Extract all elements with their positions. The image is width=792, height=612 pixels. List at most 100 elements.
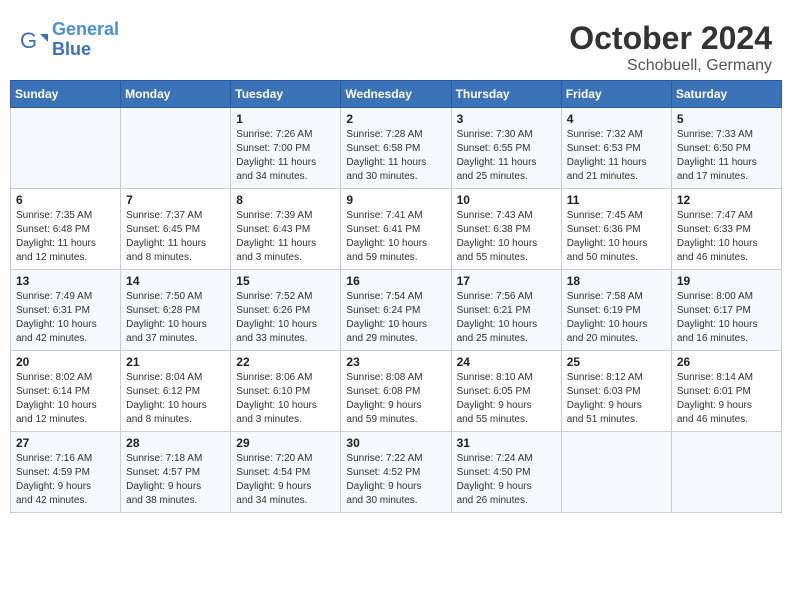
calendar-table: SundayMondayTuesdayWednesdayThursdayFrid… <box>10 80 782 513</box>
day-number: 24 <box>457 355 556 369</box>
day-header-tuesday: Tuesday <box>231 81 341 108</box>
day-info: Sunrise: 7:52 AM Sunset: 6:26 PM Dayligh… <box>236 290 335 346</box>
day-header-monday: Monday <box>121 81 231 108</box>
logo: G General Blue <box>20 20 119 60</box>
calendar-cell: 24 Sunrise: 8:10 AM Sunset: 6:05 PM Dayli… <box>451 351 561 432</box>
page-header: G General Blue October 2024 Schobuell, G… <box>10 10 782 80</box>
day-number: 6 <box>16 193 115 207</box>
calendar-cell: 26 Sunrise: 8:14 AM Sunset: 6:01 PM Dayli… <box>671 351 781 432</box>
day-info: Sunrise: 7:22 AM Sunset: 4:52 PM Dayligh… <box>346 452 445 508</box>
day-number: 23 <box>346 355 445 369</box>
month-title: October 2024 <box>569 20 772 57</box>
day-info: Sunrise: 7:56 AM Sunset: 6:21 PM Dayligh… <box>457 290 556 346</box>
day-number: 31 <box>457 436 556 450</box>
day-header-saturday: Saturday <box>671 81 781 108</box>
title-block: October 2024 Schobuell, Germany <box>569 20 772 75</box>
day-info: Sunrise: 7:50 AM Sunset: 6:28 PM Dayligh… <box>126 290 225 346</box>
day-number: 28 <box>126 436 225 450</box>
day-number: 26 <box>677 355 776 369</box>
day-info: Sunrise: 7:18 AM Sunset: 4:57 PM Dayligh… <box>126 452 225 508</box>
day-info: Sunrise: 8:14 AM Sunset: 6:01 PM Dayligh… <box>677 371 776 427</box>
calendar-header-row: SundayMondayTuesdayWednesdayThursdayFrid… <box>11 81 782 108</box>
calendar-cell: 11 Sunrise: 7:45 AM Sunset: 6:36 PM Dayli… <box>561 189 671 270</box>
day-number: 9 <box>346 193 445 207</box>
day-number: 19 <box>677 274 776 288</box>
calendar-cell: 21Sunrise: 8:04 AM Sunset: 6:12 PM Dayli… <box>121 351 231 432</box>
day-info: Sunrise: 7:39 AM Sunset: 6:43 PM Dayligh… <box>236 209 335 265</box>
day-number: 10 <box>457 193 556 207</box>
day-info: Sunrise: 7:35 AM Sunset: 6:48 PM Dayligh… <box>16 209 115 265</box>
calendar-cell: 27 Sunrise: 7:16 AM Sunset: 4:59 PM Dayli… <box>11 432 121 513</box>
calendar-cell: 1 Sunrise: 7:26 AM Sunset: 7:00 PM Daylig… <box>231 108 341 189</box>
calendar-cell: 10 Sunrise: 7:43 AM Sunset: 6:38 PM Dayli… <box>451 189 561 270</box>
day-header-thursday: Thursday <box>451 81 561 108</box>
calendar-cell: 25Sunrise: 8:12 AM Sunset: 6:03 PM Dayli… <box>561 351 671 432</box>
day-info: Sunrise: 7:45 AM Sunset: 6:36 PM Dayligh… <box>567 209 666 265</box>
day-info: Sunrise: 7:16 AM Sunset: 4:59 PM Dayligh… <box>16 452 115 508</box>
day-number: 1 <box>236 112 335 126</box>
calendar-week-3: 13Sunrise: 7:49 AM Sunset: 6:31 PM Dayli… <box>11 270 782 351</box>
day-number: 13 <box>16 274 115 288</box>
calendar-cell: 6 Sunrise: 7:35 AM Sunset: 6:48 PM Daylig… <box>11 189 121 270</box>
calendar-cell: 4 Sunrise: 7:32 AM Sunset: 6:53 PM Daylig… <box>561 108 671 189</box>
calendar-cell: 14Sunrise: 7:50 AM Sunset: 6:28 PM Dayli… <box>121 270 231 351</box>
calendar-cell: 19 Sunrise: 8:00 AM Sunset: 6:17 PM Dayli… <box>671 270 781 351</box>
day-number: 30 <box>346 436 445 450</box>
calendar-cell: 29 Sunrise: 7:20 AM Sunset: 4:54 PM Dayli… <box>231 432 341 513</box>
day-info: Sunrise: 8:02 AM Sunset: 6:14 PM Dayligh… <box>16 371 115 427</box>
day-number: 21 <box>126 355 225 369</box>
day-info: Sunrise: 8:00 AM Sunset: 6:17 PM Dayligh… <box>677 290 776 346</box>
day-info: Sunrise: 7:32 AM Sunset: 6:53 PM Dayligh… <box>567 128 666 184</box>
calendar-cell: 13Sunrise: 7:49 AM Sunset: 6:31 PM Dayli… <box>11 270 121 351</box>
day-number: 4 <box>567 112 666 126</box>
day-info: Sunrise: 8:08 AM Sunset: 6:08 PM Dayligh… <box>346 371 445 427</box>
day-info: Sunrise: 7:43 AM Sunset: 6:38 PM Dayligh… <box>457 209 556 265</box>
calendar-cell: 17 Sunrise: 7:56 AM Sunset: 6:21 PM Dayli… <box>451 270 561 351</box>
calendar-cell: 9 Sunrise: 7:41 AM Sunset: 6:41 PM Daylig… <box>341 189 451 270</box>
calendar-cell: 31 Sunrise: 7:24 AM Sunset: 4:50 PM Dayli… <box>451 432 561 513</box>
calendar-week-5: 27 Sunrise: 7:16 AM Sunset: 4:59 PM Dayli… <box>11 432 782 513</box>
calendar-cell: 2Sunrise: 7:28 AM Sunset: 6:58 PM Daylig… <box>341 108 451 189</box>
day-info: Sunrise: 8:06 AM Sunset: 6:10 PM Dayligh… <box>236 371 335 427</box>
svg-text:G: G <box>20 28 37 53</box>
day-info: Sunrise: 7:54 AM Sunset: 6:24 PM Dayligh… <box>346 290 445 346</box>
day-info: Sunrise: 8:10 AM Sunset: 6:05 PM Dayligh… <box>457 371 556 427</box>
day-number: 3 <box>457 112 556 126</box>
calendar-cell: 23 Sunrise: 8:08 AM Sunset: 6:08 PM Dayli… <box>341 351 451 432</box>
day-number: 29 <box>236 436 335 450</box>
calendar-week-2: 6 Sunrise: 7:35 AM Sunset: 6:48 PM Daylig… <box>11 189 782 270</box>
location-subtitle: Schobuell, Germany <box>569 57 772 75</box>
day-number: 16 <box>346 274 445 288</box>
calendar-cell: 22Sunrise: 8:06 AM Sunset: 6:10 PM Dayli… <box>231 351 341 432</box>
calendar-cell <box>121 108 231 189</box>
calendar-week-4: 20Sunrise: 8:02 AM Sunset: 6:14 PM Dayli… <box>11 351 782 432</box>
calendar-cell: 5Sunrise: 7:33 AM Sunset: 6:50 PM Daylig… <box>671 108 781 189</box>
day-number: 25 <box>567 355 666 369</box>
day-info: Sunrise: 7:28 AM Sunset: 6:58 PM Dayligh… <box>346 128 445 184</box>
day-info: Sunrise: 7:26 AM Sunset: 7:00 PM Dayligh… <box>236 128 335 184</box>
logo-icon: G <box>20 26 48 54</box>
calendar-cell: 30 Sunrise: 7:22 AM Sunset: 4:52 PM Dayli… <box>341 432 451 513</box>
calendar-week-1: 1 Sunrise: 7:26 AM Sunset: 7:00 PM Daylig… <box>11 108 782 189</box>
calendar-cell: 15Sunrise: 7:52 AM Sunset: 6:26 PM Dayli… <box>231 270 341 351</box>
day-header-friday: Friday <box>561 81 671 108</box>
day-header-wednesday: Wednesday <box>341 81 451 108</box>
day-number: 12 <box>677 193 776 207</box>
day-info: Sunrise: 7:58 AM Sunset: 6:19 PM Dayligh… <box>567 290 666 346</box>
day-number: 18 <box>567 274 666 288</box>
day-number: 7 <box>126 193 225 207</box>
calendar-cell: 12 Sunrise: 7:47 AM Sunset: 6:33 PM Dayli… <box>671 189 781 270</box>
calendar-cell: 8Sunrise: 7:39 AM Sunset: 6:43 PM Daylig… <box>231 189 341 270</box>
day-number: 27 <box>16 436 115 450</box>
day-number: 17 <box>457 274 556 288</box>
day-info: Sunrise: 7:24 AM Sunset: 4:50 PM Dayligh… <box>457 452 556 508</box>
day-info: Sunrise: 7:30 AM Sunset: 6:55 PM Dayligh… <box>457 128 556 184</box>
calendar-cell <box>671 432 781 513</box>
day-info: Sunrise: 7:20 AM Sunset: 4:54 PM Dayligh… <box>236 452 335 508</box>
calendar-cell <box>11 108 121 189</box>
day-info: Sunrise: 7:47 AM Sunset: 6:33 PM Dayligh… <box>677 209 776 265</box>
day-number: 5 <box>677 112 776 126</box>
calendar-cell: 16 Sunrise: 7:54 AM Sunset: 6:24 PM Dayli… <box>341 270 451 351</box>
day-info: Sunrise: 7:41 AM Sunset: 6:41 PM Dayligh… <box>346 209 445 265</box>
day-number: 11 <box>567 193 666 207</box>
